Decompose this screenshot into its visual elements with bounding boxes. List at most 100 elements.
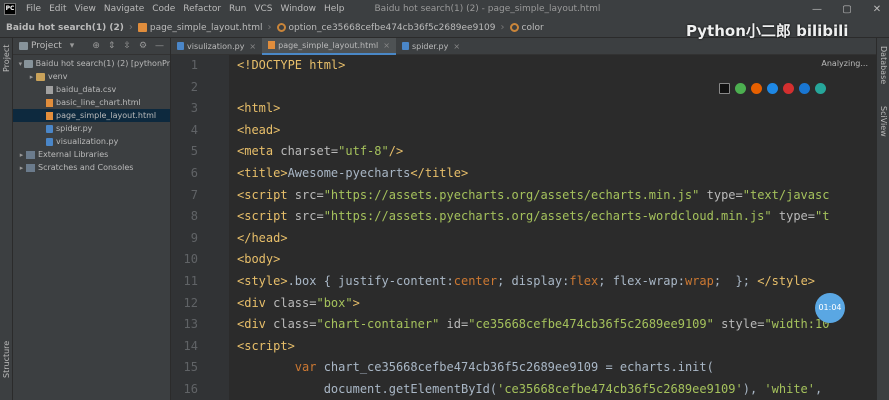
database-tool-button[interactable]: Database <box>879 46 888 84</box>
code-token: type= <box>699 187 743 202</box>
breadcrumb-label: page_simple_layout.html <box>149 22 263 33</box>
menu-navigate[interactable]: Navigate <box>100 4 148 14</box>
chevron-right-icon: › <box>267 22 272 33</box>
project-panel-title[interactable]: Project <box>31 41 62 51</box>
tree-item[interactable]: ▸ venv <box>13 70 170 83</box>
tree-item[interactable]: ▸ External Libraries <box>13 148 170 161</box>
code-token: "https://assets.pyecharts.org/assets/ech… <box>323 187 700 202</box>
file-html-icon <box>46 98 53 107</box>
structure-tool-button[interactable]: Structure <box>2 341 11 378</box>
code-line: <head> <box>237 123 280 137</box>
window-title: Baidu hot search(1) (2) - page_simple_la… <box>374 4 601 14</box>
tab-label: visulization.py <box>187 41 245 51</box>
code-token: ), <box>742 382 765 396</box>
chevron-down-icon[interactable]: ▾ <box>70 41 75 51</box>
tree-item[interactable]: ▾ Baidu hot search(1) (2) [pythonPr <box>13 57 170 70</box>
tree-item[interactable]: ▸ Scratches and Consoles <box>13 161 170 174</box>
chevron-right-icon[interactable]: ▸ <box>17 164 26 172</box>
close-tab-icon[interactable]: × <box>453 42 460 51</box>
chevron-right-icon[interactable]: ▸ <box>27 73 36 81</box>
breadcrumb-file[interactable]: page_simple_layout.html <box>137 22 263 33</box>
window-controls: — ▢ ✕ <box>811 0 883 18</box>
gear-icon[interactable]: ⚙ <box>139 41 147 51</box>
project-panel-header: Project ▾ ⊕ ⇕ ⇳ ⚙ — <box>13 38 170 55</box>
code-line: <html> <box>237 101 280 115</box>
editor-tab[interactable]: spider.py × <box>396 38 466 55</box>
tree-item[interactable]: visualization.py <box>13 135 170 148</box>
tab-label: spider.py <box>411 41 449 51</box>
tree-item-label: Scratches and Consoles <box>38 163 134 172</box>
code-token: <body> <box>237 252 281 267</box>
tree-item[interactable]: baidu_data.csv <box>13 83 170 96</box>
code-token: "https://assets.pyecharts.org/assets/ech… <box>323 209 772 224</box>
menu-run[interactable]: Run <box>225 4 250 14</box>
folder-icon <box>23 59 33 68</box>
line-number: 3 <box>190 101 198 116</box>
tree-item[interactable]: spider.py <box>13 122 170 135</box>
code-line: <script src="https://assets.pyecharts.or… <box>237 209 829 223</box>
menu-file[interactable]: File <box>22 4 45 14</box>
tree-item[interactable]: basic_line_chart.html <box>13 96 170 109</box>
line-number-gutter: 1 2 3 4 5 6 7 8 9 10 11 12 13 14 15 16 <box>171 55 229 400</box>
breadcrumb-project[interactable]: Baidu hot search(1) (2) <box>6 23 124 33</box>
collapse-all-icon[interactable]: ⇳ <box>123 41 131 51</box>
editor-tab[interactable]: visulization.py × <box>171 38 262 55</box>
tree-item-label: basic_line_chart.html <box>56 98 141 107</box>
maximize-icon[interactable]: ▢ <box>841 4 853 15</box>
folder-y-icon <box>36 72 45 81</box>
ie-icon[interactable] <box>799 83 810 94</box>
code-token: flex <box>569 274 599 288</box>
line-number: 10 <box>183 252 198 267</box>
firefox-icon[interactable] <box>751 83 762 94</box>
edge-icon[interactable] <box>815 83 826 94</box>
line-number: 8 <box>190 209 198 224</box>
pycharm-browser-icon[interactable] <box>719 83 730 94</box>
code-token: <head> <box>237 122 281 137</box>
variable-icon <box>509 23 519 32</box>
chrome-icon[interactable] <box>735 83 746 94</box>
close-tab-icon[interactable]: × <box>383 41 390 50</box>
close-icon[interactable]: ✕ <box>871 4 883 15</box>
locate-icon[interactable]: ⊕ <box>92 41 100 51</box>
breadcrumb-color[interactable]: color <box>509 23 544 33</box>
menu-vcs[interactable]: VCS <box>250 4 276 14</box>
code-line: <script src="https://assets.pyecharts.or… <box>237 188 829 202</box>
file-py-icon <box>46 124 53 133</box>
menu-view[interactable]: View <box>71 4 100 14</box>
code-token: class= <box>273 295 317 310</box>
line-number: 14 <box>183 338 198 353</box>
menu-code[interactable]: Code <box>148 4 179 14</box>
safari-icon[interactable] <box>767 83 778 94</box>
editor-tab[interactable]: page_simple_layout.html × <box>262 37 396 55</box>
tree-item[interactable]: page_simple_layout.html <box>13 109 170 122</box>
expand-all-icon[interactable]: ⇕ <box>108 41 116 51</box>
line-number: 2 <box>190 79 198 94</box>
menu-help[interactable]: Help <box>320 4 349 14</box>
breadcrumb-option[interactable]: option_ce35668cefbe474cb36f5c2689ee9109 <box>276 23 496 33</box>
chevron-right-icon[interactable]: ▸ <box>17 151 26 159</box>
menu-bar: PC File Edit View Navigate Code Refactor Run VC… <box>0 0 889 18</box>
minimize-icon[interactable]: — <box>811 4 823 15</box>
code-editor[interactable]: 1 2 3 4 5 6 7 8 9 10 11 12 13 14 15 16 <!DOCTYPE html> <… <box>171 55 876 400</box>
file-html-icon <box>46 111 53 120</box>
line-number: 1 <box>190 58 198 72</box>
opera-icon[interactable] <box>783 83 794 94</box>
chevron-down-icon[interactable]: ▾ <box>17 60 24 68</box>
tree-item-label: External Libraries <box>38 150 109 159</box>
code-token: "t <box>815 209 830 224</box>
line-number: 15 <box>183 360 198 375</box>
menu-edit[interactable]: Edit <box>45 4 70 14</box>
menu-refactor[interactable]: Refactor <box>179 4 225 14</box>
code-token: <script> <box>237 338 295 353</box>
sciview-tool-button[interactable]: SciView <box>879 106 888 137</box>
lib-icon <box>26 163 35 172</box>
code-token: <script <box>237 187 295 202</box>
file-py-icon <box>46 137 53 146</box>
hide-icon[interactable]: — <box>155 41 164 51</box>
tree-item-label: venv <box>48 72 68 81</box>
project-tool-button[interactable]: Project <box>2 45 11 72</box>
tree-item-label: spider.py <box>56 124 93 133</box>
menu-window[interactable]: Window <box>276 4 320 14</box>
open-in-browser-bar <box>719 83 826 97</box>
close-tab-icon[interactable]: × <box>249 42 256 51</box>
